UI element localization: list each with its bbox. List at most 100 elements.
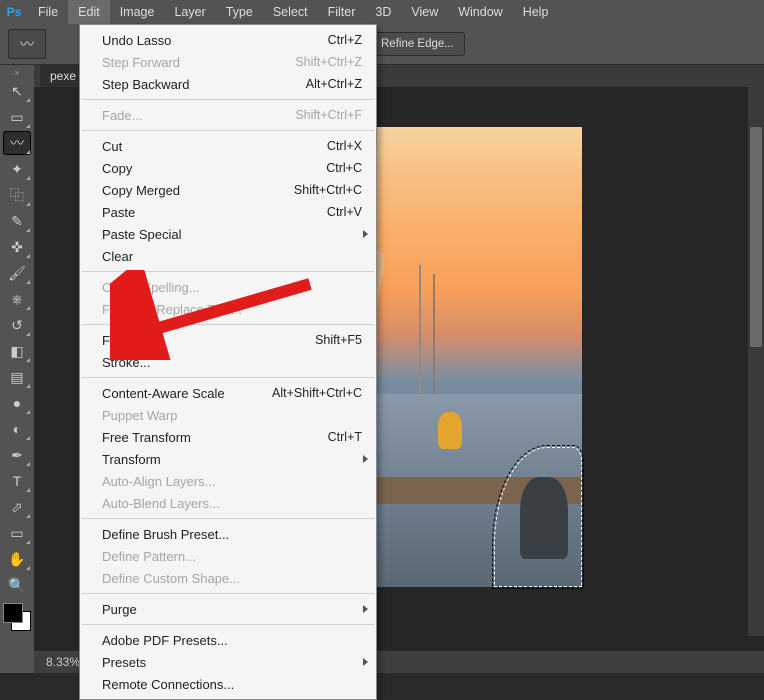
foreground-color-swatch[interactable] — [3, 603, 23, 623]
edit-menu-item-stroke[interactable]: Stroke... — [80, 351, 376, 373]
menu-item-label: Paste — [102, 205, 135, 220]
edit-menu-item-copy-merged[interactable]: Copy MergedShift+Ctrl+C — [80, 179, 376, 201]
tool-strip-expand-icon[interactable]: » — [2, 67, 32, 77]
menu-select[interactable]: Select — [263, 0, 318, 24]
move-tool[interactable]: ↖ — [3, 79, 31, 103]
lasso-tool-preview-icon[interactable]: 〰 — [8, 29, 46, 59]
shape-tool[interactable]: ▭ — [3, 521, 31, 545]
edit-menu-dropdown: Undo LassoCtrl+Z Step Forward Shift+Ctrl+Z… — [79, 24, 377, 700]
edit-menu-item-paste[interactable]: Paste Ctrl+V — [80, 201, 376, 223]
menu-item-shortcut: Ctrl+V — [327, 205, 362, 219]
edit-menu-item-cut[interactable]: Cut Ctrl+X — [80, 135, 376, 157]
menu-item-label: Stroke... — [102, 355, 150, 370]
menu-item-label: Define Custom Shape... — [102, 571, 240, 586]
submenu-arrow-icon — [363, 230, 368, 238]
submenu-arrow-icon — [363, 605, 368, 613]
eyedropper-tool[interactable]: ✎ — [3, 209, 31, 233]
menu-filter[interactable]: Filter — [318, 0, 366, 24]
menu-item-label: Define Pattern... — [102, 549, 196, 564]
menu-layer[interactable]: Layer — [164, 0, 215, 24]
edit-menu-item-find-and-replace-text: Find and Replace Text... — [80, 298, 376, 320]
edit-menu-item-define-brush-preset[interactable]: Define Brush Preset... — [80, 523, 376, 545]
menu-item-label: Cut — [102, 139, 122, 154]
lasso-tool[interactable]: 〰 — [3, 131, 31, 155]
menu-view[interactable]: View — [401, 0, 448, 24]
edit-menu-item-check-spelling: Check Spelling... — [80, 276, 376, 298]
menu-file[interactable]: File — [28, 0, 68, 24]
menu-item-label: Fill... — [102, 333, 129, 348]
edit-menu-item-step-backward[interactable]: Step Backward Alt+Ctrl+Z — [80, 73, 376, 95]
menu-item-label: Content-Aware Scale — [102, 386, 225, 401]
vertical-scrollbar[interactable] — [748, 87, 764, 636]
edit-menu-item-free-transform[interactable]: Free TransformCtrl+T — [80, 426, 376, 448]
edit-menu-item-undo-lasso[interactable]: Undo LassoCtrl+Z — [80, 29, 376, 51]
clone-stamp-tool[interactable]: ⎈ — [3, 287, 31, 311]
submenu-arrow-icon — [363, 455, 368, 463]
edit-menu-item-content-aware-scale[interactable]: Content-Aware ScaleAlt+Shift+Ctrl+C — [80, 382, 376, 404]
menu-separator — [82, 130, 374, 131]
edit-menu-item-presets[interactable]: Presets — [80, 651, 376, 673]
edit-menu-item-fill[interactable]: Fill...Shift+F5 — [80, 329, 376, 351]
edit-menu-item-auto-blend-layers: Auto-Blend Layers... — [80, 492, 376, 514]
menu-item-label: Copy Merged — [102, 183, 180, 198]
rect-marquee-tool[interactable]: ▭ — [3, 105, 31, 129]
edit-menu-item-paste-special[interactable]: Paste Special — [80, 223, 376, 245]
menu-3d[interactable]: 3D — [365, 0, 401, 24]
menu-item-shortcut: Ctrl+C — [326, 161, 362, 175]
edit-menu-item-adobe-pdf-presets[interactable]: Adobe PDF Presets... — [80, 629, 376, 651]
path-select-tool[interactable]: ⬀ — [3, 495, 31, 519]
menu-item-label: Puppet Warp — [102, 408, 177, 423]
menu-type[interactable]: Type — [216, 0, 263, 24]
menu-item-label: Transform — [102, 452, 161, 467]
edit-menu-item-remote-connections[interactable]: Remote Connections... — [80, 673, 376, 695]
menu-item-shortcut: Ctrl+T — [328, 430, 362, 444]
blur-tool[interactable]: ● — [3, 391, 31, 415]
edit-menu-item-define-custom-shape: Define Custom Shape... — [80, 567, 376, 589]
edit-menu-item-auto-align-layers: Auto-Align Layers... — [80, 470, 376, 492]
menu-edit[interactable]: Edit — [68, 0, 110, 24]
brush-tool[interactable]: 🖌 — [3, 261, 31, 285]
menu-window[interactable]: Window — [448, 0, 512, 24]
edit-menu-item-purge[interactable]: Purge — [80, 598, 376, 620]
menu-separator — [82, 624, 374, 625]
hand-tool[interactable]: ✋ — [3, 547, 31, 571]
gradient-tool[interactable]: ▤ — [3, 365, 31, 389]
menu-item-shortcut: Shift+Ctrl+Z — [295, 55, 362, 69]
magic-wand-tool[interactable]: ✦ — [3, 157, 31, 181]
type-tool[interactable]: T — [3, 469, 31, 493]
healing-brush-tool[interactable]: ✜ — [3, 235, 31, 259]
menu-item-label: Step Backward — [102, 77, 189, 92]
zoom-level[interactable]: 8.33% — [46, 655, 80, 669]
eraser-tool[interactable]: ◧ — [3, 339, 31, 363]
menu-item-label: Clear — [102, 249, 133, 264]
menu-item-label: Step Forward — [102, 55, 180, 70]
edit-menu-item-clear[interactable]: Clear — [80, 245, 376, 267]
edit-menu-item-copy[interactable]: Copy Ctrl+C — [80, 157, 376, 179]
edit-menu-item-transform[interactable]: Transform — [80, 448, 376, 470]
menu-separator — [82, 271, 374, 272]
zoom-tool[interactable]: 🔍 — [3, 573, 31, 597]
color-swatches[interactable] — [3, 603, 31, 631]
menu-item-label: Presets — [102, 655, 146, 670]
menu-item-shortcut: Ctrl+X — [327, 139, 362, 153]
edit-menu-item-puppet-warp: Puppet Warp — [80, 404, 376, 426]
refine-edge-button[interactable]: Refine Edge... — [370, 32, 465, 56]
scrollbar-thumb[interactable] — [750, 127, 762, 347]
dodge-tool[interactable]: ◐ — [3, 417, 31, 441]
menu-separator — [82, 518, 374, 519]
menubar: Ps FileEditImageLayerTypeSelectFilter3DV… — [0, 0, 764, 24]
edit-menu-item-define-pattern: Define Pattern... — [80, 545, 376, 567]
menu-help[interactable]: Help — [513, 0, 559, 24]
pen-tool[interactable]: ✒ — [3, 443, 31, 467]
menu-item-label: Adobe PDF Presets... — [102, 633, 228, 648]
menu-item-shortcut: Alt+Ctrl+Z — [306, 77, 362, 91]
menu-item-label: Undo Lasso — [102, 33, 171, 48]
menu-item-shortcut: Shift+Ctrl+F — [295, 108, 362, 122]
menu-image[interactable]: Image — [110, 0, 165, 24]
crop-tool[interactable]: ⿻ — [3, 183, 31, 207]
menu-item-label: Auto-Blend Layers... — [102, 496, 220, 511]
menu-item-label: Find and Replace Text... — [102, 302, 242, 317]
menu-item-label: Copy — [102, 161, 132, 176]
history-brush-tool[interactable]: ↺ — [3, 313, 31, 337]
submenu-arrow-icon — [363, 658, 368, 666]
